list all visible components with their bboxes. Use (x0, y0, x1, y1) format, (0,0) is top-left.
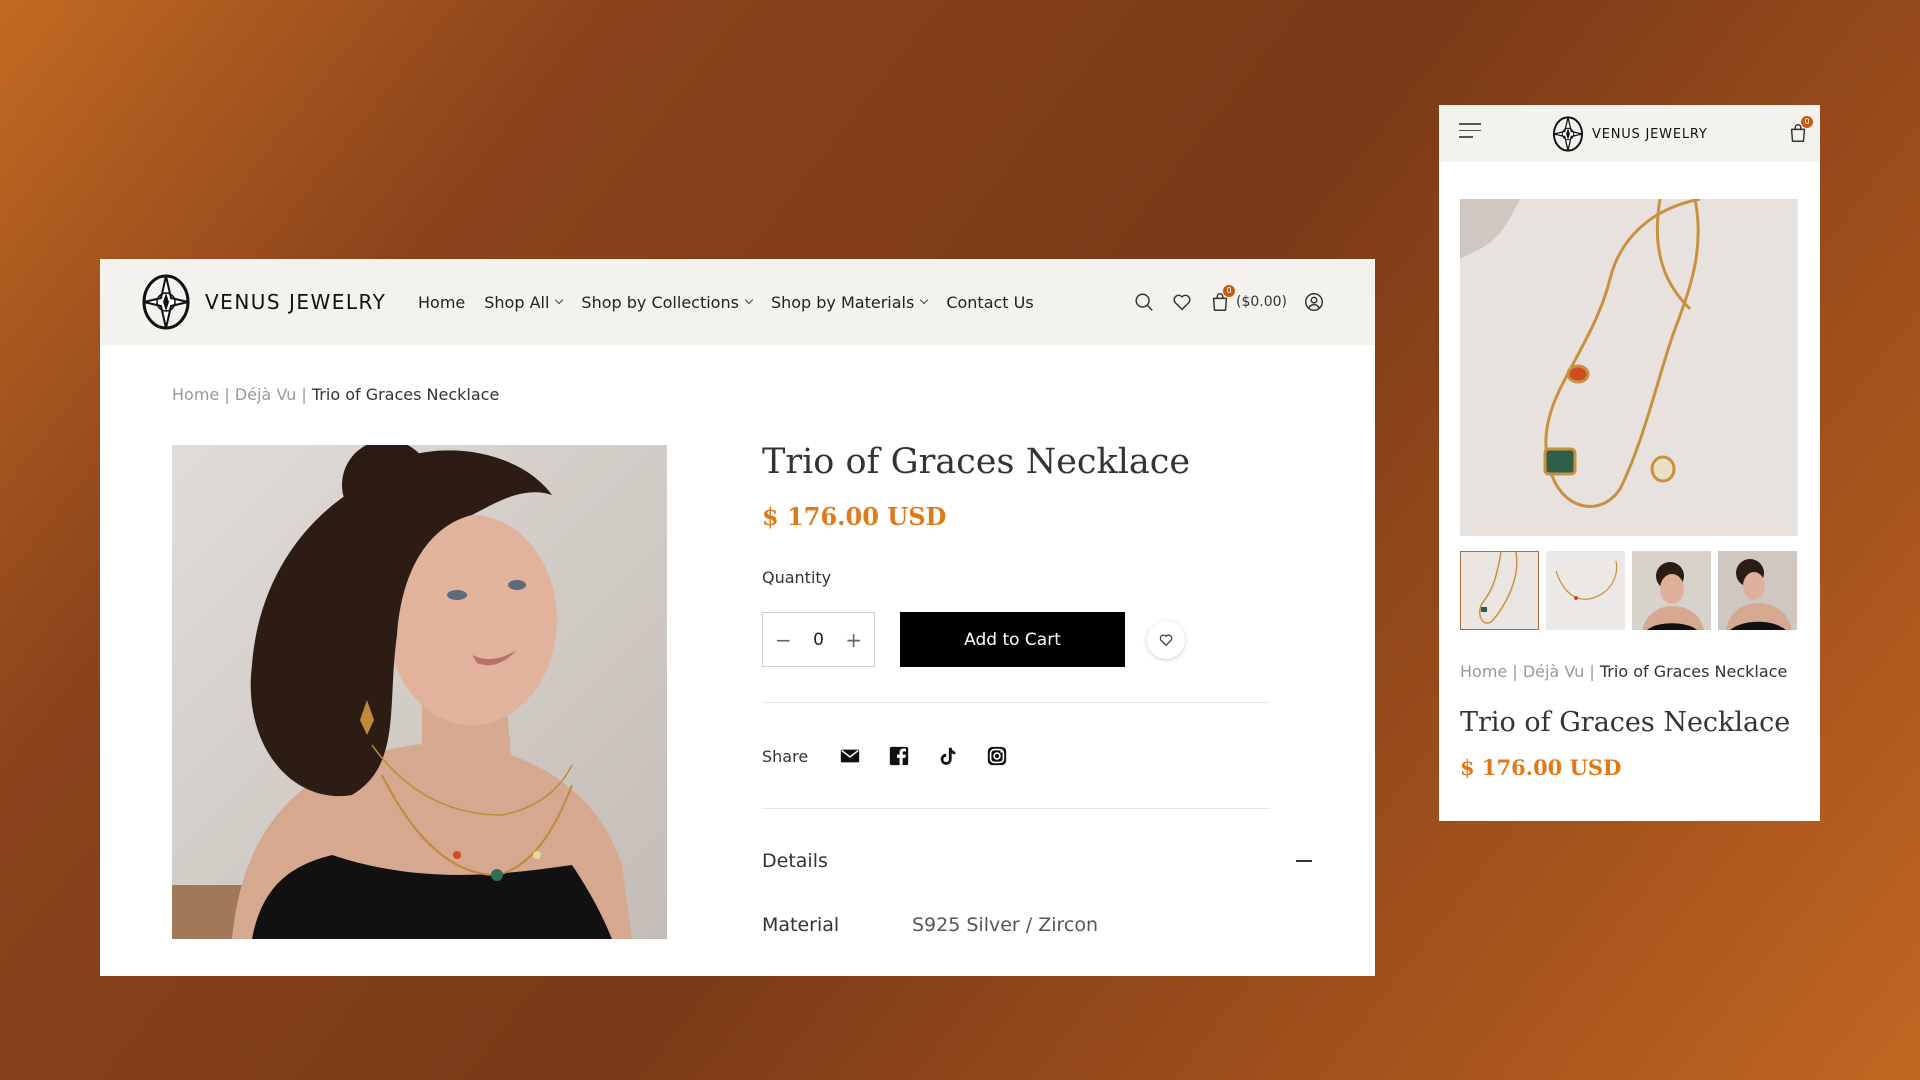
cart-count-badge: 0 (1801, 116, 1813, 128)
mobile-product-page: VENUS JEWELRY 0 Home | Déjà Vu | Trio of… (1439, 105, 1820, 821)
share-facebook-button[interactable] (887, 744, 911, 768)
nav-label: Contact Us (946, 292, 1034, 312)
nav-label: Shop All (484, 292, 550, 312)
product-title: Trio of Graces Necklace (762, 442, 1191, 482)
brand-logo[interactable]: VENUS JEWELRY (141, 272, 386, 332)
product-title: Trio of Graces Necklace (1460, 707, 1791, 738)
share-row: Share (762, 744, 1034, 768)
share-tiktok-button[interactable] (936, 744, 960, 768)
increase-quantity-button[interactable]: + (845, 628, 862, 652)
add-to-wishlist-button[interactable] (1147, 621, 1185, 659)
brand-logo[interactable]: VENUS JEWELRY (1552, 114, 1708, 154)
product-image-model (172, 445, 667, 939)
model-photo-illustration (172, 445, 667, 939)
share-label: Share (762, 746, 809, 766)
nav-item-shop-all[interactable]: Shop All (484, 292, 564, 312)
mobile-header: VENUS JEWELRY 0 (1439, 105, 1820, 162)
divider (762, 702, 1270, 703)
breadcrumb: Home | Déjà Vu | Trio of Graces Necklace (172, 385, 499, 404)
quantity-value[interactable]: 0 (813, 630, 824, 650)
product-image-necklace (1460, 199, 1798, 536)
product-price: $ 176.00 USD (762, 502, 947, 531)
search-icon (1135, 293, 1153, 311)
quantity-label: Quantity (762, 568, 832, 587)
chevron-down-icon (555, 295, 564, 305)
star-compass-logo-icon (142, 274, 190, 330)
cart-count-badge: 0 (1222, 285, 1235, 297)
brand-name: VENUS JEWELRY (205, 290, 387, 314)
search-button[interactable] (1133, 291, 1155, 313)
details-label: Details (762, 850, 828, 872)
thumbnail-image (1546, 551, 1625, 630)
thumbnail-strip (1460, 551, 1797, 630)
share-email-button[interactable] (838, 744, 862, 768)
breadcrumb-separator: | (1584, 662, 1600, 681)
instagram-icon (988, 746, 1007, 766)
site-header: VENUS JEWELRY Home Shop All Shop by Coll… (100, 259, 1375, 345)
heart-icon (1173, 294, 1191, 311)
thumbnail-2[interactable] (1546, 551, 1625, 630)
material-value: S925 Silver / Zircon (912, 914, 1099, 936)
tiktok-icon (940, 747, 956, 765)
desktop-product-page: VENUS JEWELRY Home Shop All Shop by Coll… (100, 259, 1375, 976)
share-instagram-button[interactable] (985, 744, 1009, 768)
main-nav: Home Shop All Shop by Collections Shop b… (418, 259, 1053, 345)
details-accordion-header[interactable]: Details (762, 850, 1312, 872)
breadcrumb-separator: | (1507, 662, 1523, 681)
chevron-down-icon (744, 295, 754, 305)
nav-item-shop-by-collections[interactable]: Shop by Collections (581, 292, 754, 312)
brand-name: VENUS JEWELRY (1592, 126, 1708, 142)
account-button[interactable] (1303, 291, 1325, 313)
hamburger-menu-icon[interactable] (1459, 123, 1481, 143)
heart-icon (1159, 634, 1173, 646)
collapse-minus-icon[interactable] (1296, 860, 1312, 862)
breadcrumb-collection-link[interactable]: Déjà Vu (235, 385, 297, 404)
add-to-cart-button[interactable]: Add to Cart (900, 612, 1125, 667)
chevron-down-icon (920, 295, 929, 305)
nav-label: Shop by Materials (770, 292, 915, 312)
divider (762, 808, 1270, 809)
breadcrumb-collection-link[interactable]: Déjà Vu (1523, 662, 1585, 681)
nav-label: Shop by Collections (581, 292, 739, 312)
thumbnail-4[interactable] (1718, 551, 1797, 630)
nav-item-home[interactable]: Home (418, 293, 465, 312)
thumbnail-image (1718, 551, 1797, 630)
cart-button[interactable]: 0 (1787, 116, 1813, 144)
thumbnail-image (1632, 551, 1711, 630)
breadcrumb-separator: | (296, 385, 312, 404)
breadcrumb-current: Trio of Graces Necklace (311, 385, 500, 404)
thumbnail-1[interactable] (1460, 551, 1539, 630)
mail-icon (841, 749, 860, 763)
nav-label: Home (418, 292, 466, 312)
nav-item-shop-by-materials[interactable]: Shop by Materials (770, 292, 929, 312)
facebook-icon (890, 746, 909, 766)
cart-total: ($0.00) (1235, 294, 1287, 310)
breadcrumb-current: Trio of Graces Necklace (1599, 662, 1788, 681)
wishlist-button[interactable] (1171, 291, 1193, 313)
quantity-stepper: − 0 + (762, 612, 875, 667)
header-tools: 0 ($0.00) (1117, 259, 1325, 345)
nav-item-contact-us[interactable]: Contact Us (946, 293, 1033, 312)
user-icon (1305, 293, 1323, 311)
cart-button[interactable]: 0 ($0.00) (1209, 285, 1287, 313)
breadcrumb-home-link[interactable]: Home (1460, 662, 1507, 681)
thumbnail-image (1461, 552, 1538, 629)
breadcrumb: Home | Déjà Vu | Trio of Graces Necklace (1460, 662, 1787, 681)
thumbnail-3[interactable] (1632, 551, 1711, 630)
star-compass-logo-icon (1552, 116, 1584, 152)
necklace-photo-illustration (1460, 199, 1798, 536)
breadcrumb-separator: | (219, 385, 235, 404)
material-label: Material (762, 914, 840, 936)
decrease-quantity-button[interactable]: − (775, 628, 792, 652)
breadcrumb-home-link[interactable]: Home (172, 385, 219, 404)
product-price: $ 176.00 USD (1460, 755, 1622, 780)
